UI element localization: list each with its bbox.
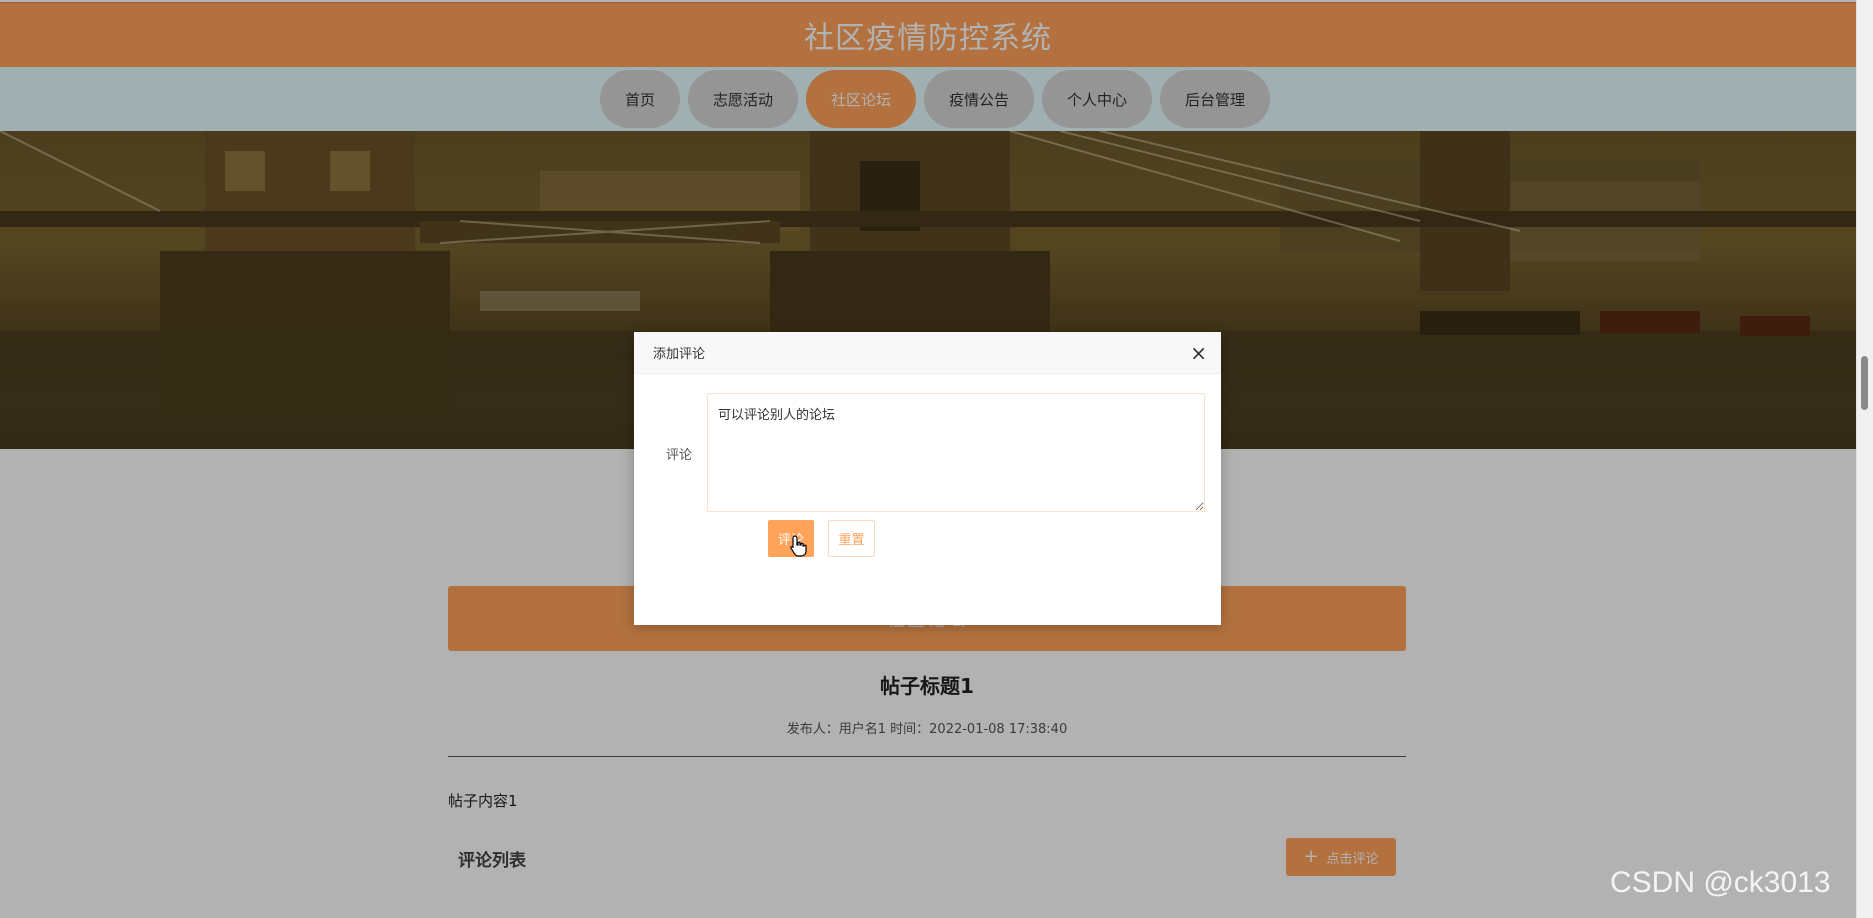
page-scrollbar[interactable]	[1856, 0, 1873, 918]
comment-field-label: 评论	[666, 448, 693, 463]
submit-comment-button[interactable]: 评论	[768, 520, 814, 557]
page: 社区疫情防控系统 首页 志愿活动 社区论坛 疫情公告 个人中心 后台管理 帖子标…	[0, 0, 1856, 918]
comment-textarea[interactable]: 可以评论别人的论坛	[707, 393, 1205, 512]
dialog-title: 添加评论	[653, 347, 706, 362]
watermark: CSDN @ck3013	[1610, 866, 1831, 899]
close-icon[interactable]: ×	[1190, 343, 1207, 363]
add-comment-dialog: 添加评论 × 评论 可以评论别人的论坛 评论 重置	[634, 332, 1221, 625]
dialog-header: 添加评论 ×	[634, 332, 1221, 374]
reset-button[interactable]: 重置	[828, 520, 875, 557]
scrollbar-thumb[interactable]	[1861, 356, 1868, 410]
